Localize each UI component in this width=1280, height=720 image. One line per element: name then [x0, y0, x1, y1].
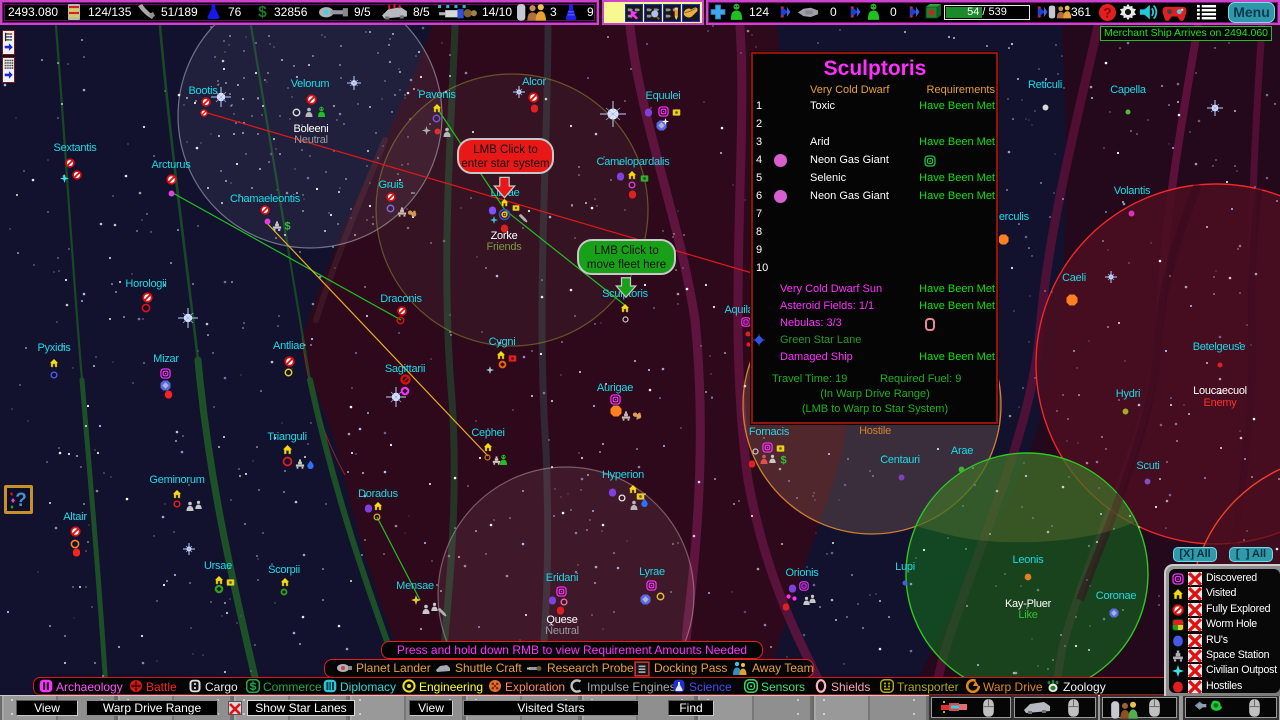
svg-text:$: $ [258, 4, 267, 20]
svg-text:?: ? [15, 490, 27, 511]
svg-text:?: ? [1103, 6, 1112, 22]
